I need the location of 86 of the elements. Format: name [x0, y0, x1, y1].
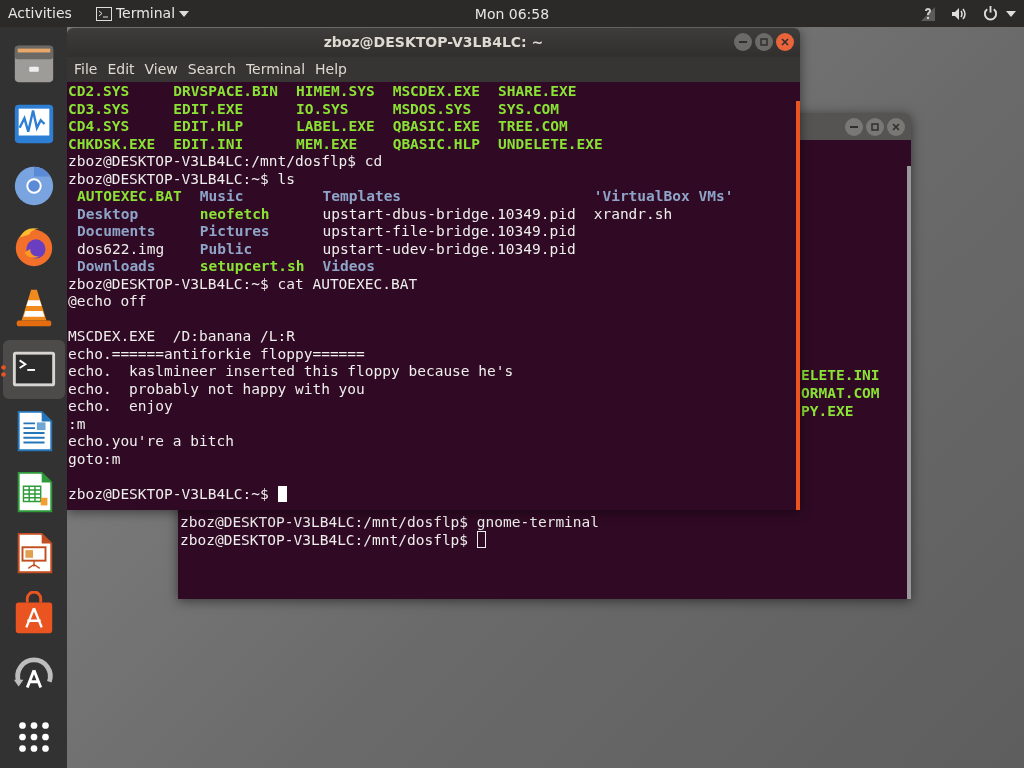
maximize-icon [760, 38, 768, 46]
file-name: PY.EXE [801, 402, 855, 420]
file-name: 'VirtualBox VMs' [593, 188, 734, 206]
menu-item[interactable]: Edit [102, 59, 140, 80]
close-icon [781, 38, 789, 46]
terminal-line: echo. enjoy [68, 398, 174, 416]
file-name: TREE.COM [497, 118, 569, 136]
file-name: MSDOS.SYS [392, 100, 473, 118]
file-name: IO.SYS [296, 100, 350, 118]
file-name: QBASIC.EXE [392, 118, 480, 136]
scrollbar[interactable] [796, 101, 800, 510]
dock-button[interactable] [3, 340, 65, 399]
minimize-icon [850, 126, 858, 128]
terminal-line: MSCDEX.EXE /D:banana /L:R [68, 328, 296, 346]
app-menu-label: Terminal [115, 4, 176, 23]
file-name: ORMAT.COM [801, 384, 881, 402]
file-name: setupcert.sh [199, 258, 305, 276]
file-name: ELETE.INI [801, 366, 881, 384]
file-name: LABEL.EXE [296, 118, 375, 136]
file-name: HIMEM.SYS [296, 83, 375, 101]
power-icon[interactable] [983, 6, 998, 21]
file-name: DRVSPACE.BIN [173, 83, 279, 101]
minimize-icon [739, 41, 747, 43]
file-name: QBASIC.HLP [392, 135, 480, 153]
minimize-button[interactable] [734, 33, 752, 51]
terminal-line: @echo off [68, 293, 148, 311]
menu-item[interactable]: Help [310, 59, 352, 80]
close-button[interactable] [887, 118, 905, 136]
file-name: Public [199, 240, 254, 258]
file-name: Videos [322, 258, 376, 276]
terminal-icon [95, 6, 112, 21]
terminal-line: echo.you're a bitch [68, 433, 235, 451]
file-name: Downloads [77, 258, 157, 276]
file-name: AUTOEXEC.BAT [77, 188, 182, 206]
terminal-line: goto:m [68, 450, 122, 468]
menu-item[interactable]: Search [182, 59, 241, 80]
menu-item[interactable]: File [69, 59, 103, 80]
scrollbar[interactable] [907, 166, 911, 599]
file-name: dos622.img [77, 240, 166, 258]
file-name: CD2.SYS [68, 83, 131, 101]
terminal-line: zboz@DESKTOP-V3LB4LC:/mnt/dosflp$ cd [68, 153, 384, 171]
minimize-button[interactable] [845, 118, 863, 136]
file-name: neofetch [199, 205, 271, 223]
app-menu[interactable]: Terminal [95, 3, 190, 24]
file-name: Documents [77, 223, 157, 241]
terminal-line: echo. probably not happy with you [68, 380, 366, 398]
caret-icon[interactable] [1006, 10, 1016, 17]
file-name: SHARE.EXE [497, 83, 578, 101]
terminal-prompt: zboz@DESKTOP-V3LB4LC:/mnt/dosflp$ [180, 531, 469, 549]
file-name: MEM.EXE [296, 135, 359, 153]
file-name: CD4.SYS [68, 118, 131, 136]
terminal-line: zboz@DESKTOP-V3LB4LC:/mnt/dosflp$ gnome-terminal [180, 513, 601, 531]
volume-icon[interactable] [951, 6, 967, 21]
close-button[interactable] [776, 33, 794, 51]
activities-button[interactable]: Activities [8, 3, 72, 24]
file-name: upstart-udev-bridge.10349.pid [322, 240, 576, 258]
close-icon [892, 123, 900, 131]
file-name: CD3.SYS [68, 100, 131, 118]
file-name: EDIT.INI [173, 135, 245, 153]
terminal-line: echo. kaslmineer inserted this floppy because he's [68, 363, 515, 381]
clock[interactable]: Mon 06:58 [474, 4, 550, 25]
network-icon[interactable] [921, 6, 935, 21]
file-name: UNDELETE.EXE [497, 135, 603, 153]
menu-item[interactable]: View [139, 59, 183, 80]
file-name: xrandr.sh [593, 205, 674, 223]
file-name: upstart-dbus-bridge.10349.pid [322, 205, 576, 223]
file-name: EDIT.HLP [173, 118, 245, 136]
caret-icon [179, 10, 190, 17]
file-name: Desktop [77, 205, 140, 223]
terminal-line: zboz@DESKTOP-V3LB4LC:~$ cat AUTOEXEC.BAT [68, 275, 419, 293]
file-name: EDIT.EXE [173, 100, 245, 118]
menu-item[interactable]: Terminal [240, 59, 311, 80]
file-name: CHKDSK.EXE [68, 135, 156, 153]
file-name: Templates [322, 188, 403, 206]
file-name: Music [199, 188, 245, 206]
file-name: SYS.COM [497, 100, 561, 118]
file-name: Pictures [199, 223, 271, 241]
terminal-line: echo.======antiforkie floppy====== [68, 345, 366, 363]
terminal-line: zboz@DESKTOP-V3LB4LC:~$ ls [68, 170, 296, 188]
maximize-button[interactable] [755, 33, 773, 51]
terminal-prompt: zboz@DESKTOP-V3LB4LC:~$ [68, 485, 269, 503]
terminal-line: :m [68, 415, 87, 433]
file-name: MSCDEX.EXE [392, 83, 480, 101]
file-name: upstart-file-bridge.10349.pid [322, 223, 576, 241]
window-title: zboz@DESKTOP-V3LB4LC: ~ [323, 33, 544, 52]
maximize-icon [871, 123, 879, 131]
